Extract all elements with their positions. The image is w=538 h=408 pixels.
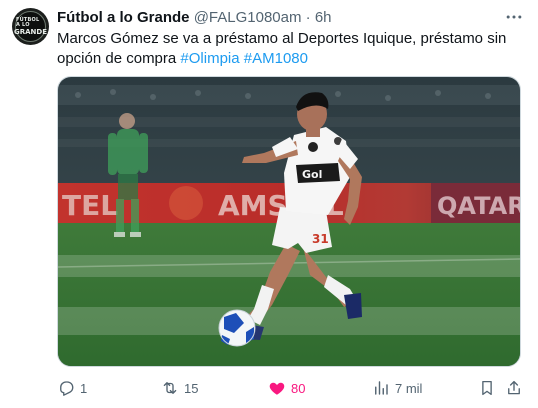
bookmark-icon	[482, 380, 492, 396]
hashtag-link[interactable]: #AM1080	[244, 50, 308, 67]
author-name[interactable]: Fútbol a lo Grande	[57, 9, 190, 26]
like-icon	[269, 382, 285, 395]
reply-icon	[60, 381, 74, 396]
views-button[interactable]: 7 mil	[372, 378, 422, 398]
author-handle[interactable]: @FALG1080am	[194, 9, 302, 26]
bookmark-button[interactable]	[478, 378, 496, 398]
share-button[interactable]	[505, 378, 523, 398]
like-button[interactable]: 80	[268, 378, 305, 398]
more-icon[interactable]	[504, 7, 524, 27]
repost-button[interactable]: 15	[161, 378, 198, 398]
ad-board-left: TEL	[62, 189, 118, 222]
shirt-sponsor: Gol	[302, 168, 322, 181]
timestamp[interactable]: 6h	[315, 9, 332, 26]
tweet-header: Fútbol a lo Grande @FALG1080am · 6h	[57, 9, 526, 27]
tweet-text: Marcos Gómez se va a préstamo al Deporte…	[57, 29, 527, 68]
views-count: 7 mil	[395, 380, 423, 396]
tweet-actions: 1 15 80 7 mil	[57, 378, 525, 398]
tweet-photo[interactable]: TEL AMSTEL QATAR 31 Gol	[57, 76, 521, 367]
share-icon	[508, 380, 520, 395]
avatar[interactable]: FÚTBOL A LO GRANDE	[12, 8, 49, 45]
ad-board-right: QATAR	[437, 192, 521, 220]
repost-count: 15	[184, 380, 199, 396]
avatar-logo: FÚTBOL A LO GRANDE	[14, 11, 47, 42]
jersey-number: 31	[312, 232, 329, 246]
reply-count: 1	[80, 380, 88, 396]
reply-button[interactable]: 1	[57, 378, 87, 398]
separator-dot: ·	[305, 9, 311, 26]
repost-icon	[163, 382, 177, 394]
photo-soccer-player: TEL AMSTEL QATAR 31 Gol	[58, 77, 521, 366]
soccer-ball	[218, 309, 256, 347]
like-count: 80	[291, 380, 306, 396]
hashtag-link[interactable]: #Olimpia	[180, 50, 239, 67]
views-icon	[375, 381, 388, 395]
